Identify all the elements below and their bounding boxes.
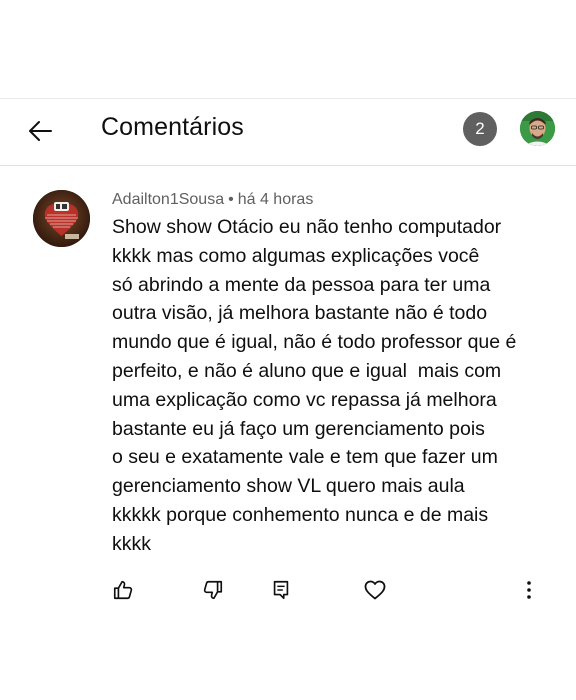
comment-line: mundo que é igual, não é todo professor … xyxy=(112,331,517,354)
comment-text: Show show Otácio eu não tenho computador… xyxy=(112,213,542,559)
comment-line: bastante eu já faço um gerenciamento poi… xyxy=(112,417,485,440)
comment-count-badge: 2 xyxy=(463,112,497,146)
comment-line: perfeito, e não é aluno que e igual mais… xyxy=(112,359,502,382)
user-avatar-image xyxy=(520,111,555,146)
comment-author[interactable]: Adailton1Sousa xyxy=(112,191,224,208)
comment-line: gerenciamento show VL quero mais aula xyxy=(112,475,465,498)
commenter-avatar-image xyxy=(33,190,90,247)
heart-button[interactable] xyxy=(361,576,389,604)
back-button[interactable] xyxy=(20,111,60,151)
comment-line: o seu e exatamente vale e tem que fazer … xyxy=(112,446,498,469)
comment-line: outra visão, já melhora bastante não é t… xyxy=(112,302,488,325)
comment-line: kkkkk porque conhemento nunca e de mais xyxy=(112,503,489,526)
comments-header: Comentários 2 xyxy=(0,98,576,166)
more-vertical-icon xyxy=(527,581,531,599)
arrow-left-icon xyxy=(29,121,52,141)
comment-line: só abrindo a mente da pessoa para ter um… xyxy=(112,273,491,296)
dislike-button[interactable] xyxy=(199,576,227,604)
comment-line: kkkk xyxy=(112,532,151,555)
reply-button[interactable] xyxy=(267,576,295,604)
thumbs-up-icon xyxy=(113,580,133,600)
thumbs-down-icon xyxy=(203,580,223,600)
comment-line: uma explicação como vc repassa já melhor… xyxy=(112,388,497,411)
comment-meta: Adailton1Sousa • há 4 horas xyxy=(112,191,313,209)
heart-icon xyxy=(364,580,386,600)
meta-separator: • xyxy=(228,191,234,208)
like-button[interactable] xyxy=(109,576,137,604)
comment-actions xyxy=(0,576,576,606)
comment-time: há 4 horas xyxy=(237,191,314,208)
comment-line: Show show Otácio eu não tenho computador xyxy=(112,216,502,238)
comment-line: kkkk mas como algumas explicações você xyxy=(112,244,480,267)
commenter-avatar[interactable] xyxy=(33,190,90,247)
user-avatar[interactable] xyxy=(520,111,555,146)
more-options-button[interactable] xyxy=(515,576,543,604)
page-title: Comentários xyxy=(101,113,244,141)
reply-icon xyxy=(273,580,289,600)
